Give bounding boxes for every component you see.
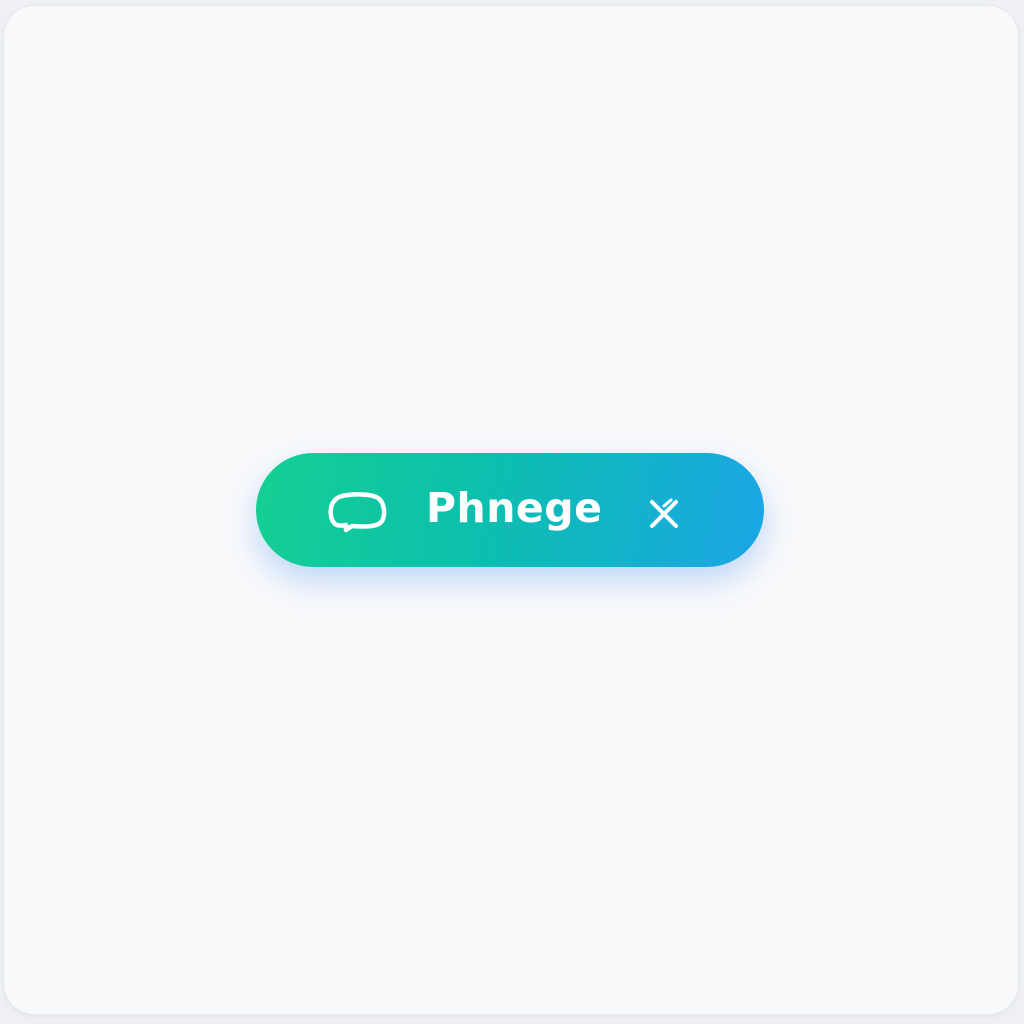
chat-bubble-icon — [326, 488, 390, 536]
chip-label: Phnege — [426, 484, 603, 532]
close-icon[interactable] — [642, 494, 686, 534]
